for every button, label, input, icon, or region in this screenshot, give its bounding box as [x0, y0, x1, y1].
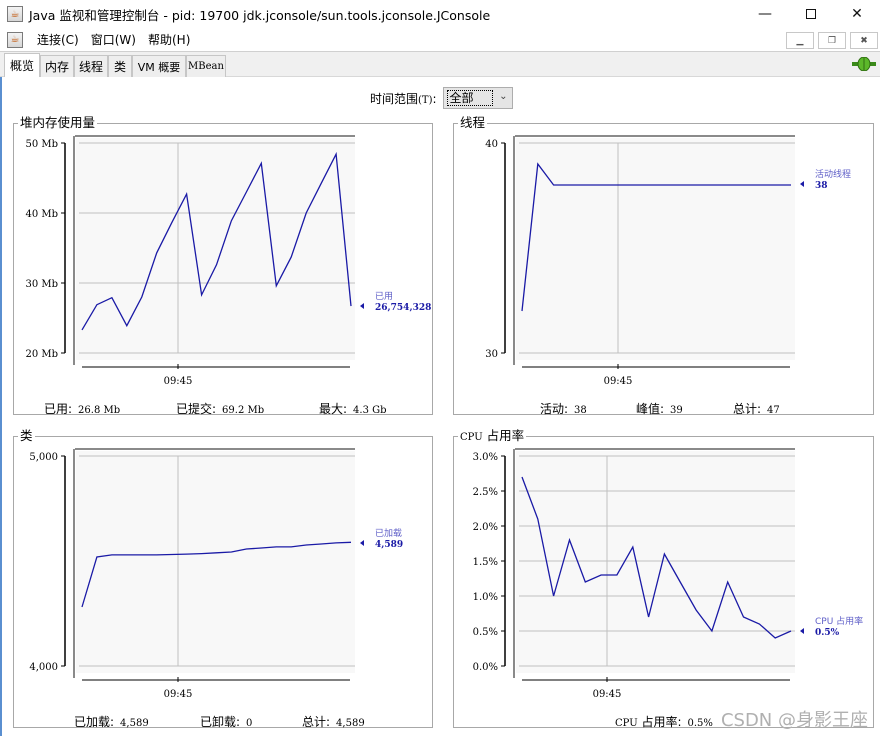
- cpu-footer-usage: CPU 占用率: 0.5%: [615, 715, 713, 729]
- heap-footer-max: 最大: 4.3 Gb: [319, 402, 387, 416]
- heap-footer-used: 已用: 26.8 Mb: [44, 402, 121, 416]
- y-tick-label: 50 Mb: [25, 139, 58, 150]
- y-tick-label: 2.0%: [473, 522, 498, 533]
- y-tick-label: 20 Mb: [25, 349, 58, 360]
- legend-value: 38: [815, 181, 828, 191]
- plot-area: [76, 451, 355, 673]
- classes-footer-total: 总计: 4,589: [302, 715, 365, 729]
- legend-marker-icon: [800, 181, 804, 187]
- legend-label: 已用: [375, 291, 393, 302]
- legend-value: 4,589: [375, 540, 403, 550]
- y-tick-label: 40: [485, 139, 498, 150]
- heap-footer-committed: 已提交: 69.2 Mb: [176, 402, 265, 416]
- y-tick-label: 0.5%: [473, 627, 498, 638]
- legend-label: 活动线程: [815, 168, 851, 180]
- y-tick-label: 30 Mb: [25, 279, 58, 290]
- legend-label: CPU 占用率: [815, 615, 863, 627]
- y-tick-label: 2.5%: [473, 487, 498, 498]
- plot-area: [516, 451, 795, 673]
- legend-label: 已加载: [375, 527, 402, 539]
- legend-marker-icon: [360, 540, 364, 546]
- plot-area: [76, 138, 355, 360]
- y-tick-label: 3.0%: [473, 452, 498, 463]
- y-tick-label: 5,000: [29, 452, 58, 463]
- legend-marker-icon: [800, 628, 804, 634]
- threads-footer-peak: 峰值: 39: [636, 402, 683, 416]
- y-tick-label: 30: [485, 349, 498, 360]
- legend-value: 0.5%: [815, 628, 840, 638]
- classes-footer-loaded: 已加载: 4,589: [74, 715, 149, 729]
- threads-footer-total: 总计: 47: [733, 402, 780, 416]
- legend-marker-icon: [360, 303, 364, 309]
- y-tick-label: 1.5%: [473, 557, 498, 568]
- classes-footer-unloaded: 已卸载: 0: [200, 715, 253, 729]
- y-tick-label: 40 Mb: [25, 209, 58, 220]
- x-tick-label: 09:45: [604, 376, 633, 387]
- plot-area: [516, 138, 795, 360]
- y-tick-label: 0.0%: [473, 662, 498, 673]
- x-tick-label: 09:45: [593, 689, 622, 700]
- x-tick-label: 09:45: [164, 689, 193, 700]
- legend-value: 26,754,328: [375, 303, 431, 313]
- charts-layer: 20 Mb 30 Mb 40 Mb 50 Mb 09:45 已用26,754,328 30 4…: [25, 135, 863, 700]
- y-tick-label: 4,000: [29, 662, 58, 673]
- x-tick-label: 09:45: [164, 376, 193, 387]
- threads-footer-live: 活动: 38: [540, 402, 587, 416]
- watermark: CSDN @身影王座: [720, 710, 868, 731]
- y-tick-label: 1.0%: [473, 592, 498, 603]
